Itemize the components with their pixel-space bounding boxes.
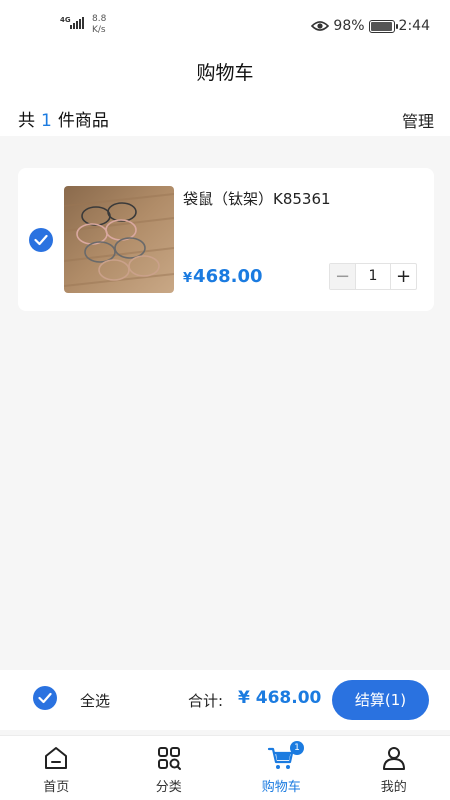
cart-count-number: 1 [41,111,52,131]
tab-cart[interactable]: 购物车 [225,736,338,800]
network-speed: 8.8 K/s [92,14,107,35]
cart-count: 共 1 件商品 [18,111,109,131]
status-right: 98% 2:44 [311,18,430,34]
page-title: 购物车 [0,56,450,102]
decrease-quantity-button[interactable]: − [330,264,355,289]
cart-item: 袋鼠（钛架）K85361 ¥468.00 − 1 + [18,168,434,311]
product-name[interactable]: 袋鼠（钛架）K85361 [183,188,331,209]
manage-button[interactable]: 管理 [402,108,434,132]
tab-label-profile: 我的 [380,780,407,795]
profile-icon [382,747,405,770]
tab-home[interactable]: 首页 [0,736,113,800]
product-image[interactable] [64,186,174,293]
battery-icon [368,19,398,33]
status-bar: 4G 8.8 K/s 98% 2:44 [0,0,450,56]
quantity-stepper: − 1 + [329,263,417,290]
select-all-label[interactable]: 全选 [80,690,110,711]
product-price: ¥468.00 [183,266,263,287]
total-value: ¥ 468.00 [238,688,322,708]
cart-summary-bar: 共 1 件商品 管理 [0,102,450,136]
tab-label-cart: 购物车 [261,780,301,795]
check-icon [34,234,48,246]
tab-label-home: 首页 [43,780,70,795]
checkout-button[interactable]: 结算(1) [332,680,429,720]
eye-icon [311,21,330,31]
cart-badge: 1 [290,741,304,755]
increase-quantity-button[interactable]: + [391,264,416,289]
tab-label-category: 分类 [155,780,182,795]
category-icon [157,747,181,770]
battery-percent: 98% [333,18,365,34]
home-icon [45,747,68,769]
status-left: 4G 8.8 K/s [60,14,106,36]
select-all-checkbox[interactable] [33,686,57,710]
tab-profile[interactable]: 我的 [338,736,450,800]
bottom-tab-bar: 首页 分类 购物车 我的 1 [0,735,450,800]
check-icon [38,692,52,704]
checkout-bar: 全选 合计: ¥ 468.00 结算(1) [0,670,450,730]
tab-category[interactable]: 分类 [113,736,226,800]
signal-icon: 4G [60,14,86,32]
quantity-value[interactable]: 1 [355,264,391,289]
total-label: 合计: [188,692,224,710]
clock: 2:44 [398,18,430,34]
item-checkbox[interactable] [29,228,53,252]
